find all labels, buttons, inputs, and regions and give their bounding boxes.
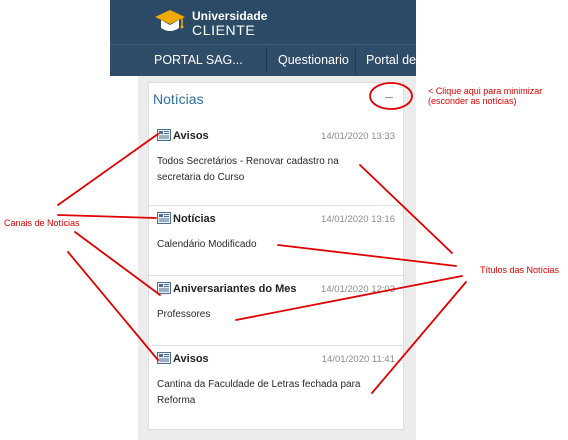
news-title[interactable]: Cantina da Faculdade de Letras fechada p… [157,377,377,409]
newspaper-icon [157,352,171,364]
news-channel[interactable]: Avisos [173,130,209,142]
panel-title: Notícias [153,91,204,107]
newspaper-icon [157,212,171,224]
news-title[interactable]: Calendário Modificado [157,237,377,253]
news-item[interactable]: Aniversariantes do Mes 14/01/2020 12:03 … [149,276,403,346]
news-item[interactable]: Avisos 14/01/2020 13:33 Todos Secretário… [149,123,403,206]
news-panel: Notícias – Avisos 14/01/2020 13:33 Todos… [148,82,404,430]
news-date: 14/01/2020 11:41 [321,354,395,365]
app-header: Universidade CLIENTE [110,0,416,44]
news-item[interactable]: Avisos 14/01/2020 11:41 Cantina da Facul… [149,346,403,429]
annotation-minimize-line2: (esconder as notícias) [428,96,517,106]
news-item[interactable]: Notícias 14/01/2020 13:16 Calendário Mod… [149,206,403,276]
nav-separator [355,47,356,74]
graduation-cap-icon [155,10,185,31]
top-nav: PORTAL SAG... Questionario Portal de A [110,44,416,76]
news-title[interactable]: Professores [157,307,377,323]
logo-text-bottom: CLIENTE [192,22,256,38]
annotation-titles-label: Títulos das Notícias [480,265,560,275]
news-date: 14/01/2020 13:33 [321,131,395,142]
nav-item-portal-de-a[interactable]: Portal de A [366,45,416,76]
minimize-button[interactable]: – [381,88,397,104]
nav-separator [266,47,267,74]
newspaper-icon [157,129,171,141]
news-channel[interactable]: Notícias [173,213,216,225]
news-title[interactable]: Todos Secretários - Renovar cadastro na … [157,154,377,186]
news-channel[interactable]: Aniversariantes do Mes [173,283,297,295]
nav-item-questionario[interactable]: Questionario [278,45,349,76]
annotation-channels-label: Canais de Notícias [4,218,80,228]
annotation-minimize-line1: < Clique aqui para minimizar [428,86,543,96]
news-date: 14/01/2020 13:16 [321,214,395,225]
nav-item-portal-sag[interactable]: PORTAL SAG... [154,45,243,76]
news-date: 14/01/2020 12:03 [321,284,395,295]
logo-text-top: Universidade [192,9,268,23]
newspaper-icon [157,282,171,294]
news-channel[interactable]: Avisos [173,353,209,365]
